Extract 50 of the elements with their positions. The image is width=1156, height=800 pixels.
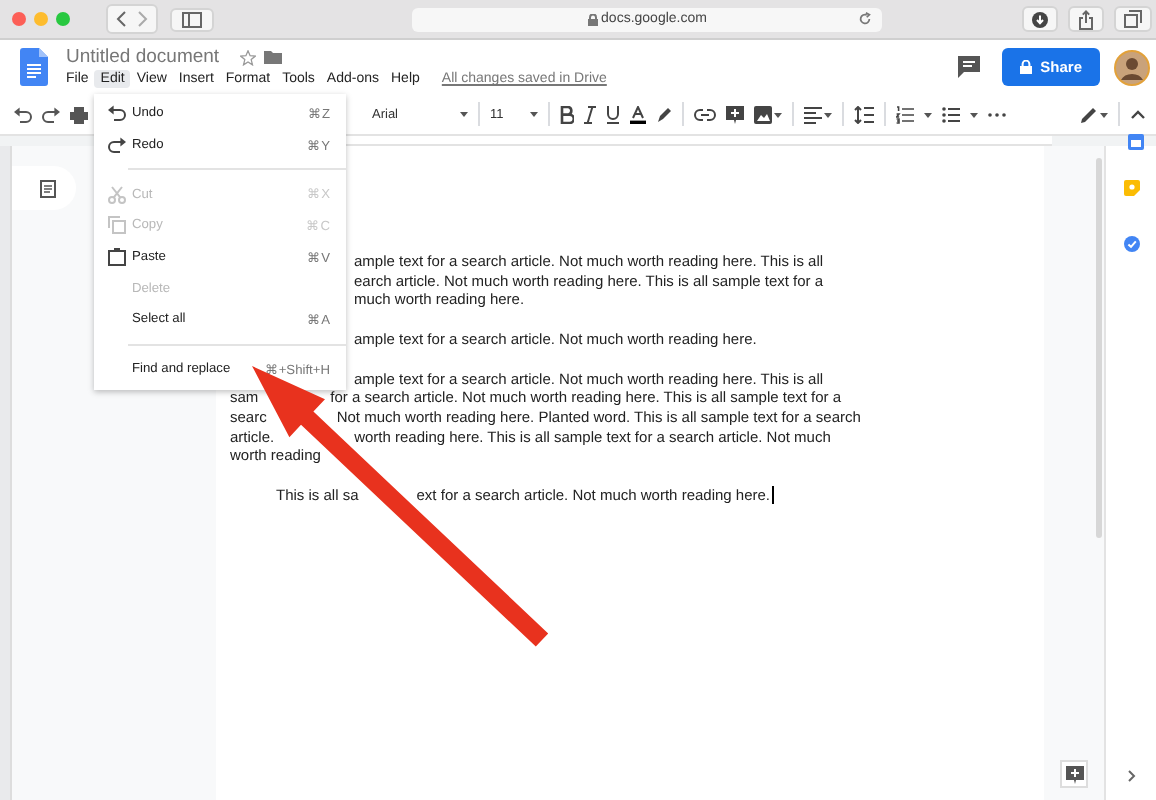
underline-icon[interactable]	[606, 105, 620, 123]
line-spacing-icon[interactable]	[854, 105, 874, 123]
add-comment-icon	[1065, 765, 1083, 783]
reload-icon[interactable]	[858, 12, 872, 26]
link-icon[interactable]	[694, 105, 716, 123]
tabs-button[interactable]	[1114, 6, 1152, 32]
italic-icon[interactable]	[584, 105, 596, 123]
undo-icon	[108, 104, 126, 123]
add-comment-button[interactable]	[1060, 760, 1088, 788]
check-icon[interactable]	[1123, 236, 1139, 252]
folder-icon[interactable]	[263, 50, 282, 64]
text-color-icon[interactable]	[630, 105, 646, 123]
share-sheet-button[interactable]	[1068, 6, 1104, 32]
image-icon[interactable]	[754, 105, 782, 123]
expand-icon[interactable]	[1127, 770, 1135, 782]
download-icon	[1032, 11, 1048, 27]
redo-icon	[108, 136, 126, 155]
navigation-buttons[interactable]	[106, 4, 158, 34]
comment-icon[interactable]	[958, 56, 981, 78]
sidebar-icon	[182, 11, 202, 27]
scissors-icon	[108, 185, 126, 204]
pencil-icon[interactable]	[1080, 105, 1108, 123]
star-icon[interactable]	[239, 49, 256, 65]
redo-icon[interactable]	[42, 105, 60, 123]
caret-icon	[460, 111, 468, 117]
back-icon[interactable]	[114, 10, 130, 28]
text-cursor	[772, 486, 775, 505]
copy-icon	[108, 216, 126, 235]
bold-icon[interactable]	[560, 105, 574, 123]
download-button[interactable]	[1022, 6, 1058, 32]
document-logo-icon[interactable]	[20, 48, 48, 86]
caret-icon	[530, 111, 538, 117]
outline-icon	[40, 179, 56, 197]
lock-icon	[587, 13, 598, 25]
bulleted-list-icon[interactable]	[942, 105, 960, 123]
align-left-icon[interactable]	[804, 105, 832, 123]
share-icon	[1078, 9, 1094, 29]
outline-button[interactable]	[12, 166, 76, 210]
sidebar-button[interactable]	[170, 7, 214, 31]
numbered-list-icon[interactable]	[896, 105, 914, 123]
undo-icon[interactable]	[14, 105, 32, 123]
clipboard-icon	[108, 248, 126, 267]
highlighter-icon[interactable]	[656, 105, 672, 123]
add-comment-icon[interactable]	[726, 105, 744, 123]
calendar-icon[interactable]	[1128, 134, 1144, 150]
avatar[interactable]	[1114, 49, 1150, 85]
collapse-icon[interactable]	[1130, 105, 1146, 123]
tabs-icon	[1124, 10, 1142, 28]
lock-icon	[1020, 60, 1033, 74]
document-title[interactable]: Untitled document	[66, 46, 220, 68]
